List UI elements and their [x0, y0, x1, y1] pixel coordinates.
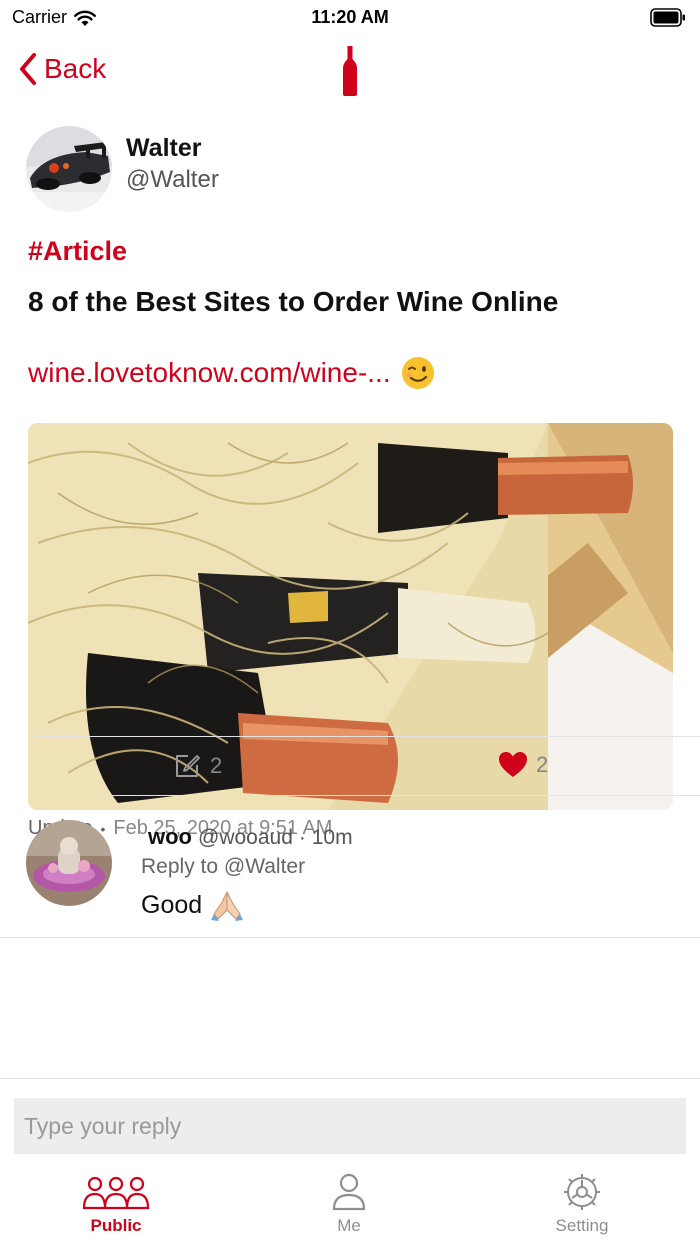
- gear-icon: [564, 1174, 600, 1210]
- tab-me-label: Me: [337, 1216, 361, 1235]
- tab-setting[interactable]: Setting: [522, 1172, 642, 1236]
- reply-header: woo @wooaud · 10m: [148, 824, 353, 850]
- tab-setting-label: Setting: [555, 1216, 609, 1235]
- reply-author-handle: @wooaud: [198, 826, 293, 849]
- tab-me[interactable]: Me: [289, 1172, 409, 1236]
- post-link-text: wine.lovetoknow.com/wine-...: [28, 357, 391, 388]
- praying-hands-emoji-icon: [211, 891, 244, 921]
- back-label: Back: [44, 53, 107, 84]
- post-actions: 2 2: [34, 736, 700, 796]
- nav-bar: Back: [0, 40, 700, 104]
- compose-icon: [176, 755, 200, 777]
- reply-avatar[interactable]: [26, 820, 112, 906]
- post-tag[interactable]: #Article: [28, 236, 127, 267]
- composer-divider: [0, 1078, 700, 1079]
- reply-text: Good: [141, 890, 203, 919]
- status-time: 11:20 AM: [311, 7, 389, 27]
- person-icon: [332, 1173, 366, 1211]
- battery-icon: [650, 8, 685, 27]
- reply-age: · 10m: [298, 826, 353, 849]
- reply-input[interactable]: [14, 1098, 686, 1154]
- comment-button[interactable]: 2: [172, 751, 222, 781]
- people-icon: [82, 1176, 150, 1210]
- heart-icon: [499, 752, 527, 777]
- reply-to-label: Reply to @Walter: [141, 855, 306, 878]
- comment-count: 2: [210, 753, 223, 778]
- status-bar: Carrier 11:20 AM: [0, 0, 700, 36]
- author-name[interactable]: Walter: [126, 134, 201, 163]
- post-link[interactable]: wine.lovetoknow.com/wine-...: [28, 356, 435, 390]
- reply-item[interactable]: woo @wooaud · 10m Reply to @Walter Good: [0, 820, 700, 938]
- reply-author-name[interactable]: woo: [148, 824, 192, 850]
- wine-bottle-logo-icon: [343, 46, 357, 96]
- like-count: 2: [536, 752, 549, 777]
- post-title: 8 of the Best Sites to Order Wine Online: [28, 286, 559, 317]
- like-button[interactable]: 2: [498, 751, 548, 779]
- reply-body: Good: [141, 888, 244, 922]
- tab-public-label: Public: [90, 1216, 142, 1235]
- wink-emoji-icon: [401, 357, 434, 389]
- author-avatar[interactable]: [26, 126, 112, 212]
- tab-bar: Public Me Setting: [0, 1166, 700, 1244]
- chevron-left-icon: [20, 53, 36, 85]
- tab-public[interactable]: Public: [56, 1172, 176, 1236]
- back-button[interactable]: Back: [18, 52, 106, 86]
- author-handle: @Walter: [126, 166, 219, 193]
